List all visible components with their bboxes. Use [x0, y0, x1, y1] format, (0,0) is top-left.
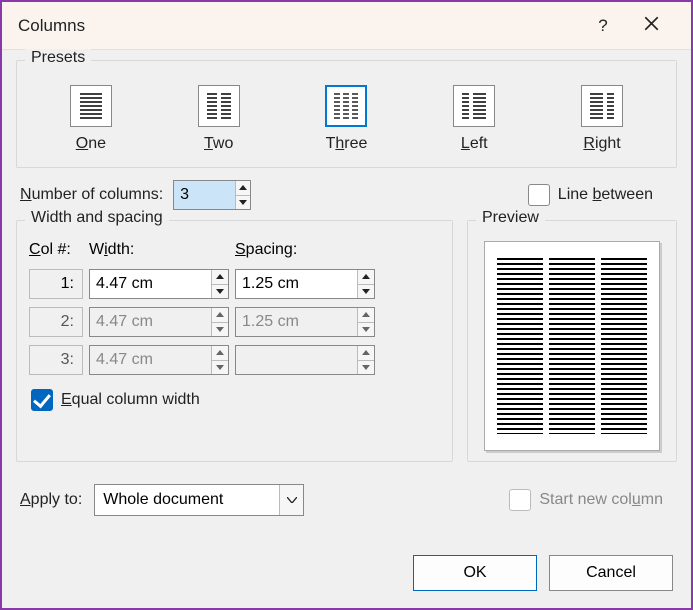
preview-col-2	[549, 258, 595, 434]
preview-legend: Preview	[476, 209, 545, 227]
spacing-2-input	[236, 308, 357, 336]
preset-two-label: Two	[204, 135, 233, 153]
spacing-2-spinner	[235, 307, 375, 337]
num-columns-spin-buttons	[235, 181, 250, 209]
preset-three[interactable]: Three	[325, 85, 367, 153]
equal-width-row: Equal column width	[27, 379, 442, 415]
width-3-input	[90, 346, 211, 374]
preset-right[interactable]: Right	[581, 85, 623, 153]
preset-one-icon	[70, 85, 112, 127]
width-spacing-legend: Width and spacing	[25, 209, 169, 227]
presets-legend: Presets	[25, 49, 91, 67]
spacing-2-up[interactable]	[358, 308, 374, 323]
preset-two[interactable]: Two	[198, 85, 240, 153]
colnum-3: 3:	[29, 345, 83, 375]
line-between-label: Line between	[558, 186, 653, 204]
ws-row-3: 3:	[27, 341, 442, 379]
spacing-3-up[interactable]	[358, 346, 374, 361]
num-columns-down[interactable]	[236, 196, 250, 210]
equal-width-label: Equal column width	[61, 391, 200, 409]
preview-group: Preview	[467, 220, 677, 462]
start-new-column-label: Start new column	[539, 491, 663, 509]
spacing-1-input[interactable]	[236, 270, 357, 298]
num-columns-up[interactable]	[236, 181, 250, 196]
dialog-content: Presets One Two	[2, 50, 691, 552]
cancel-button[interactable]: Cancel	[549, 555, 673, 591]
two-panels: Width and spacing Col #: Width: Spacing:…	[16, 220, 677, 470]
colnum-2: 2:	[29, 307, 83, 337]
chevron-down-icon	[287, 497, 297, 503]
spacing-1-down[interactable]	[358, 285, 374, 299]
width-1-down[interactable]	[212, 285, 228, 299]
apply-row: Apply to: Whole document Start new colum…	[16, 470, 677, 530]
width-2-spinner	[89, 307, 229, 337]
preset-two-icon	[198, 85, 240, 127]
presets-row: One Two Three	[27, 75, 666, 157]
width-2-down[interactable]	[212, 323, 228, 337]
width-1-input[interactable]	[90, 270, 211, 298]
apply-to-value: Whole document	[95, 485, 279, 515]
header-spacing: Spacing:	[235, 241, 375, 259]
preview-col-1	[497, 258, 543, 434]
presets-group: Presets One Two	[16, 60, 677, 168]
dialog-title: Columns	[18, 16, 579, 36]
width-1-up[interactable]	[212, 270, 228, 285]
preview-col-3	[601, 258, 647, 434]
preset-right-icon	[581, 85, 623, 127]
spacing-3-down[interactable]	[358, 361, 374, 375]
start-new-column-checkbox	[509, 489, 531, 511]
preset-one[interactable]: One	[70, 85, 112, 153]
ok-button[interactable]: OK	[413, 555, 537, 591]
width-2-input	[90, 308, 211, 336]
preset-left-icon	[453, 85, 495, 127]
titlebar: Columns ?	[2, 2, 691, 50]
preset-one-label: One	[76, 135, 106, 153]
header-col: Col #:	[29, 241, 83, 259]
ws-row-2: 2:	[27, 303, 442, 341]
preset-three-icon	[325, 85, 367, 127]
ws-header: Col #: Width: Spacing:	[27, 235, 442, 265]
header-width: Width:	[89, 241, 229, 259]
spacing-1-spinner[interactable]	[235, 269, 375, 299]
width-spacing-group: Width and spacing Col #: Width: Spacing:…	[16, 220, 453, 462]
spacing-1-up[interactable]	[358, 270, 374, 285]
width-3-spinner	[89, 345, 229, 375]
colnum-1: 1:	[29, 269, 83, 299]
apply-to-combo[interactable]: Whole document	[94, 484, 304, 516]
help-button[interactable]: ?	[579, 16, 627, 36]
width-3-down[interactable]	[212, 361, 228, 375]
preset-three-label: Three	[326, 135, 368, 153]
columns-dialog: Columns ? Presets One Two	[0, 0, 693, 610]
num-columns-input[interactable]	[174, 181, 235, 209]
preset-left-label: Left	[461, 135, 488, 153]
equal-width-checkbox[interactable]	[31, 389, 53, 411]
line-between-checkbox[interactable]	[528, 184, 550, 206]
num-columns-spinner[interactable]	[173, 180, 251, 210]
close-icon	[644, 16, 659, 31]
apply-to-dropdown-button[interactable]	[279, 485, 303, 515]
width-1-spinner[interactable]	[89, 269, 229, 299]
preset-left[interactable]: Left	[453, 85, 495, 153]
spacing-3-spinner	[235, 345, 375, 375]
width-2-up[interactable]	[212, 308, 228, 323]
preview-box	[484, 241, 660, 451]
close-button[interactable]	[627, 16, 675, 36]
spacing-2-down[interactable]	[358, 323, 374, 337]
apply-to-label: Apply to:	[20, 491, 82, 509]
preset-right-label: Right	[583, 135, 620, 153]
width-3-up[interactable]	[212, 346, 228, 361]
ws-row-1: 1:	[27, 265, 442, 303]
footer: OK Cancel	[2, 552, 691, 608]
spacing-3-input	[236, 346, 357, 374]
num-columns-label: Number of columns:	[20, 186, 163, 204]
